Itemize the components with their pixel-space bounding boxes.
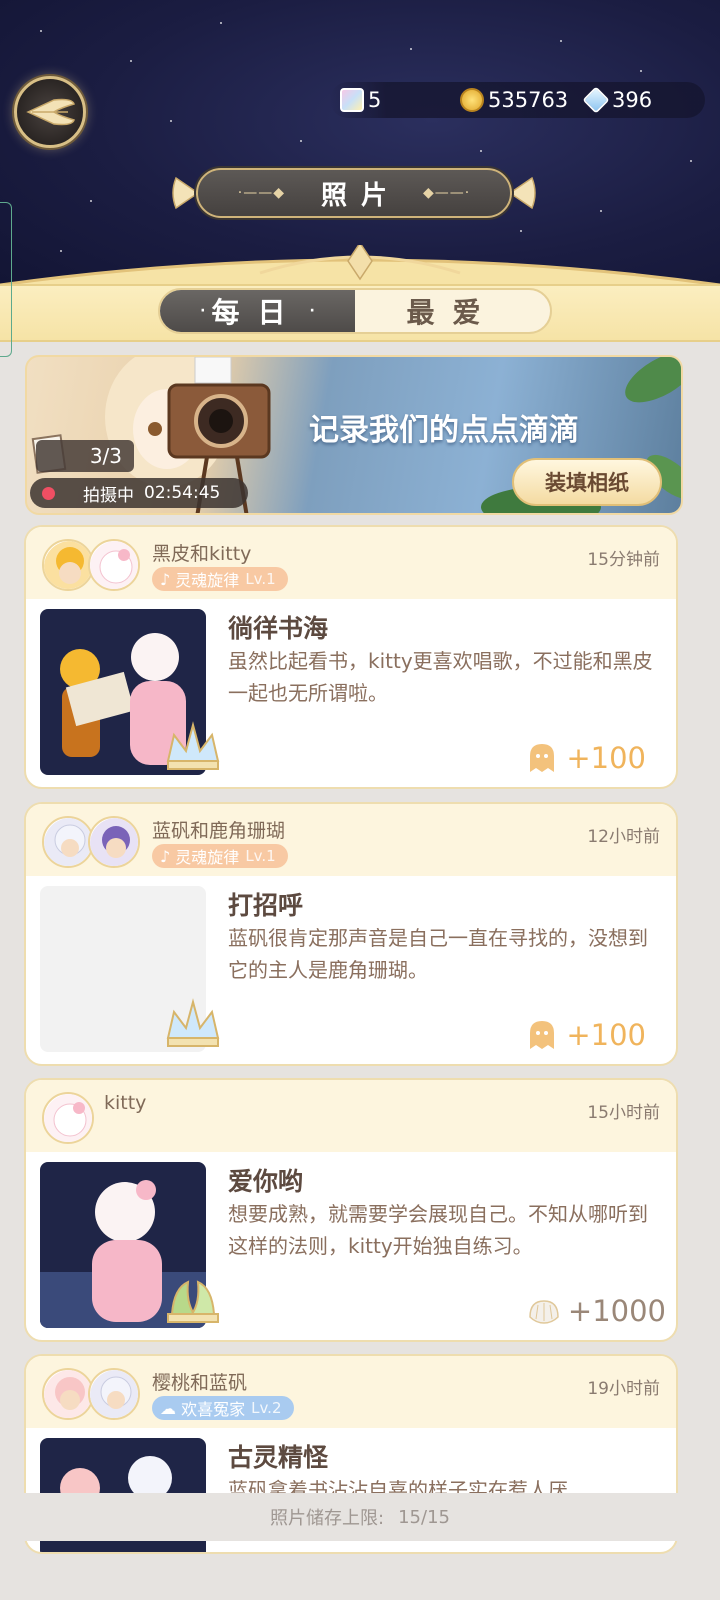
page-title-plaque: ·——◆ 照片 ◆——· <box>196 168 512 218</box>
badge-level: Lv.1 <box>245 847 276 865</box>
leaf-rarity-icon <box>167 1280 219 1323</box>
card-title: 打招呼 <box>228 891 304 920</box>
capacity-value: 15/15 <box>398 1506 450 1528</box>
card-title: 古灵精怪 <box>228 1443 329 1472</box>
status-badge: ♪ 灵魂旋律 Lv.1 <box>152 844 288 868</box>
load-photo-paper-button[interactable]: 装填相纸 <box>512 458 662 506</box>
badge-label: 灵魂旋律 <box>175 571 240 590</box>
film-resource: 5 <box>340 86 381 114</box>
tab-daily[interactable]: · 每日 · <box>160 290 355 332</box>
gem-resource[interactable]: 396 <box>582 86 653 114</box>
avatar <box>88 816 140 868</box>
leaf-arrow-icon <box>26 98 75 126</box>
badge-icon: ☁ <box>160 1398 182 1418</box>
tab-daily-label: 每日 <box>211 296 304 329</box>
reward: +100 <box>526 1018 646 1052</box>
card-pair-names: 黑皮和kitty <box>152 543 252 565</box>
avatar <box>42 539 94 591</box>
film-count: 5 <box>368 88 382 112</box>
badge-level: Lv.1 <box>245 570 276 588</box>
card-title: 徜徉书海 <box>228 614 329 643</box>
reward: +1000 <box>528 1294 666 1328</box>
tab-favorites-label: 最爱 <box>406 296 499 329</box>
badge-label: 灵魂旋律 <box>175 848 240 867</box>
photo-roll-count: 3/3 <box>36 440 134 472</box>
storage-capacity-footer: 照片储存上限: 15/15 <box>0 1493 720 1541</box>
badge-icon: ♪ <box>160 846 176 866</box>
shell-currency-icon <box>529 1300 559 1324</box>
avatar <box>42 1368 94 1420</box>
photo-card[interactable]: 黑皮和kitty ♪ 灵魂旋律 Lv.1 15分钟前 徜徉书海 虽然比起看书，k… <box>24 525 678 789</box>
coin-count: 535763 <box>488 88 569 112</box>
shooting-status: 拍摄中 02:54:45 <box>30 478 248 508</box>
photo-card[interactable]: kitty 15小时前 爱你哟 想要成熟，就需要学会展现自己。不知从哪听到这样的… <box>24 1078 678 1342</box>
avatar <box>88 1368 140 1420</box>
reward-amount: +100 <box>566 741 646 775</box>
card-header <box>26 1080 676 1152</box>
reward-amount: +100 <box>566 1018 646 1052</box>
ghost-affinity-icon <box>530 744 555 772</box>
plaque-left-ornament <box>172 176 198 210</box>
banner-slogan: 记录我们的点点滴滴 <box>309 413 579 448</box>
crystal-rarity-icon <box>166 998 220 1047</box>
tab-switcher: · 每日 · 最爱 <box>158 288 552 334</box>
card-timestamp: 12小时前 <box>587 827 660 847</box>
reward-amount: +1000 <box>567 1294 666 1328</box>
page-title: 照片 <box>320 180 401 211</box>
shooting-timer: 02:54:45 <box>144 483 221 503</box>
coin-resource[interactable]: 535763 <box>460 86 568 114</box>
film-card-icon <box>340 88 364 112</box>
photo-card[interactable]: 蓝矾和鹿角珊瑚 ♪ 灵魂旋律 Lv.1 12小时前 打招呼 蓝矾很肯定那声音是自… <box>24 802 678 1066</box>
avatar <box>42 816 94 868</box>
card-description: 想要成熟，就需要学会展现自己。不知从哪听到这样的法则，kitty开始独自练习。 <box>228 1202 648 1258</box>
badge-icon: ♪ <box>160 569 176 589</box>
gold-coin-icon <box>460 88 484 112</box>
card-pair-names: 蓝矾和鹿角珊瑚 <box>152 820 286 842</box>
back-button[interactable] <box>14 76 86 148</box>
status-badge: ☁ 欢喜冤家 Lv.2 <box>152 1396 294 1420</box>
card-pair-names: 樱桃和蓝矾 <box>152 1372 248 1394</box>
capacity-label: 照片储存上限: <box>270 1508 385 1529</box>
shooting-status-label: 拍摄中 <box>83 485 134 506</box>
card-description: 虽然比起看书，kitty更喜欢唱歌，不过能和黑皮一起也无所谓啦。 <box>228 649 653 705</box>
recording-dot-icon <box>42 486 55 500</box>
badge-level: Lv.2 <box>251 1399 282 1417</box>
plaque-right-ornament <box>510 176 536 210</box>
crystal-rarity-icon <box>166 721 220 770</box>
crystal-gem-icon <box>582 86 610 114</box>
card-timestamp: 15分钟前 <box>587 550 660 570</box>
card-description: 蓝矾很肯定那声音是自己一直在寻找的，没想到它的主人是鹿角珊瑚。 <box>228 926 648 982</box>
ghost-affinity-icon <box>530 1021 555 1049</box>
status-badge: ♪ 灵魂旋律 Lv.1 <box>152 567 288 591</box>
card-timestamp: 15小时前 <box>587 1103 660 1123</box>
tab-favorites[interactable]: 最爱 <box>355 290 550 332</box>
card-character-name: kitty <box>104 1092 147 1114</box>
edge-indicator <box>0 202 12 357</box>
avatar <box>42 1092 94 1144</box>
card-timestamp: 19小时前 <box>587 1379 660 1399</box>
avatar <box>88 539 140 591</box>
gem-count: 396 <box>612 88 653 112</box>
badge-label: 欢喜冤家 <box>181 1400 246 1419</box>
card-title: 爱你哟 <box>228 1167 304 1196</box>
reward: +100 <box>526 741 646 775</box>
